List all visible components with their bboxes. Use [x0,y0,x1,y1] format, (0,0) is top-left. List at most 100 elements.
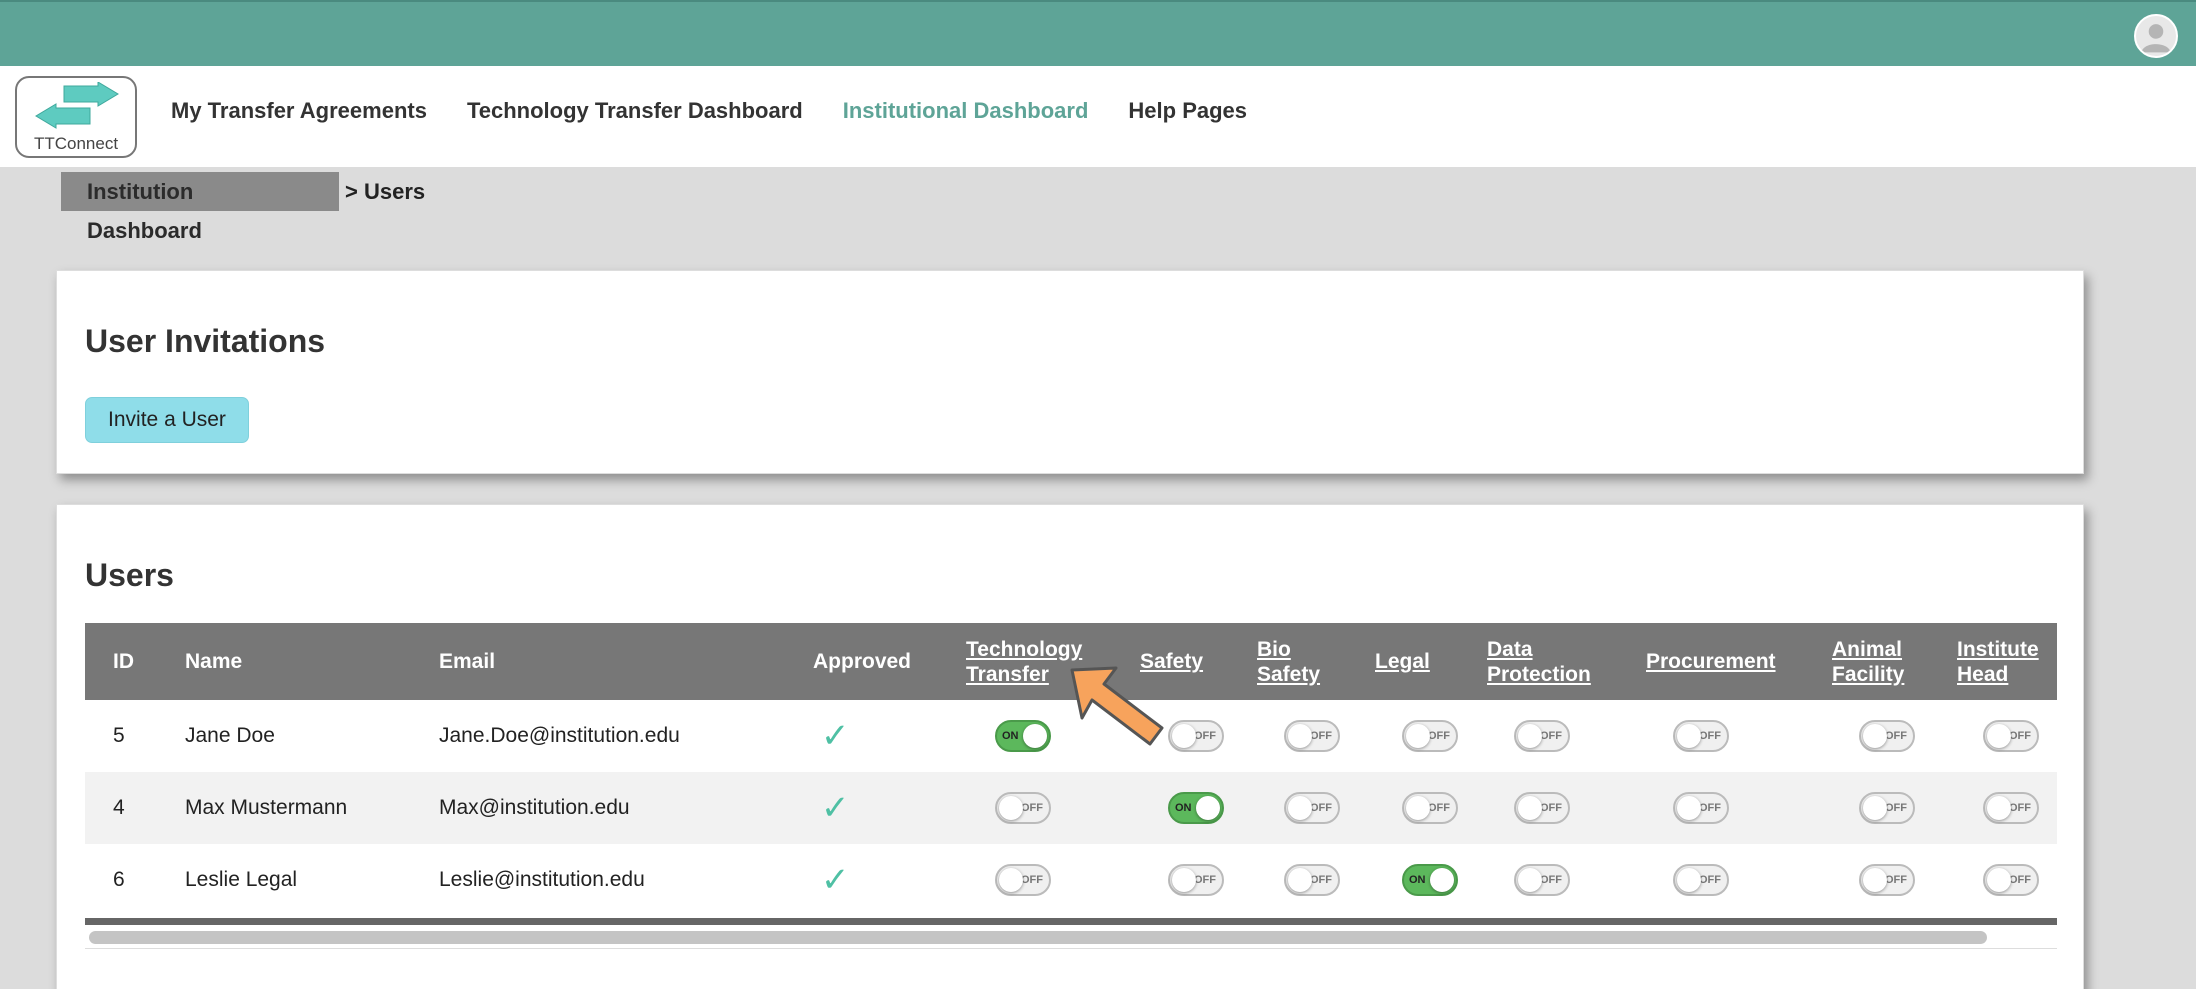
column-header-name: Name [185,650,243,673]
institute-head-toggle[interactable]: OFF [1983,792,2039,824]
safety-toggle[interactable]: OFF [1168,864,1224,896]
column-header-approved: Approved [813,650,912,673]
data-protection-toggle[interactable]: OFF [1514,864,1570,896]
technology-transfer-toggle[interactable]: OFF [995,792,1051,824]
legal-toggle[interactable]: OFF [1402,720,1458,752]
invite-user-button[interactable]: Invite a User [85,397,249,443]
cell-institute-head: OFF [1983,700,2039,772]
toggle-knob [1518,796,1542,820]
column-header-id: ID [113,650,134,673]
cell-email: Max@institution.edu [439,796,630,819]
toggle-knob [1987,796,2011,820]
data-protection-toggle[interactable]: OFF [1514,720,1570,752]
cell-animal-facility: OFF [1859,844,1915,916]
breadcrumb-institution-dashboard[interactable]: Institution Dashboard [61,172,339,243]
toggle-knob [999,868,1023,892]
cell-id: 6 [113,868,125,891]
toggle-knob [999,796,1023,820]
cell-name: Leslie Legal [185,868,298,891]
toggle-knob [1518,868,1542,892]
column-header-animal-facility[interactable]: Animal Facility [1832,623,1912,700]
column-header-data-protection[interactable]: Data Protection [1487,623,1599,700]
cell-id: 4 [113,796,125,819]
safety-toggle[interactable]: ON [1168,792,1224,824]
nav-institutional-dashboard[interactable]: Institutional Dashboard [843,98,1089,124]
toggle-state-label: ON [1409,874,1426,886]
technology-transfer-toggle[interactable]: OFF [995,864,1051,896]
toggle-knob [1987,868,2011,892]
toggle-state-label: ON [1002,730,1019,742]
toggle-knob [1677,724,1701,748]
transfer-arrows-icon [35,82,119,129]
toggle-state-label: OFF [1310,802,1332,814]
cell-email: Leslie@institution.edu [439,868,645,891]
technology-transfer-toggle[interactable]: ON [995,720,1051,752]
toggle-state-label: OFF [1885,802,1907,814]
cell-safety: ON [1168,772,1224,844]
cell-institute-head: OFF [1983,844,2039,916]
nav-my-transfer-agreements[interactable]: My Transfer Agreements [171,98,427,124]
toggle-knob [1987,724,2011,748]
cell-procurement: OFF [1673,844,1729,916]
animal-facility-toggle[interactable]: OFF [1859,864,1915,896]
user-avatar-icon[interactable] [2134,14,2178,58]
legal-toggle[interactable]: ON [1402,864,1458,896]
column-header-legal[interactable]: Legal [1375,623,1430,700]
toggle-state-label: OFF [1885,874,1907,886]
cell-bio-safety: OFF [1284,844,1340,916]
animal-facility-toggle[interactable]: OFF [1859,720,1915,752]
toggle-state-label: OFF [1699,730,1721,742]
cell-data-protection: OFF [1514,700,1570,772]
table-bottom-border [85,918,2057,925]
legal-toggle[interactable]: OFF [1402,792,1458,824]
user-invitations-card: User Invitations Invite a User [56,270,2084,474]
top-bar [0,0,2196,66]
toggle-knob [1430,868,1454,892]
cell-data-protection: OFF [1514,772,1570,844]
bio-safety-toggle[interactable]: OFF [1284,792,1340,824]
institute-head-toggle[interactable]: OFF [1983,720,2039,752]
data-protection-toggle[interactable]: OFF [1514,792,1570,824]
toggle-knob [1288,724,1312,748]
toggle-state-label: OFF [2009,874,2031,886]
toggle-state-label: OFF [1540,730,1562,742]
animal-facility-toggle[interactable]: OFF [1859,792,1915,824]
toggle-state-label: OFF [1699,802,1721,814]
nav-technology-transfer-dashboard[interactable]: Technology Transfer Dashboard [467,98,803,124]
cell-procurement: OFF [1673,772,1729,844]
logo-text: TTConnect [33,134,119,153]
toggle-state-label: OFF [1021,874,1043,886]
toggle-knob [1172,868,1196,892]
cell-technology-transfer: OFF [995,772,1051,844]
bio-safety-toggle[interactable]: OFF [1284,720,1340,752]
nav-help-pages[interactable]: Help Pages [1128,98,1247,124]
toggle-knob [1863,724,1887,748]
procurement-toggle[interactable]: OFF [1673,792,1729,824]
toggle-state-label: ON [1175,802,1192,814]
column-header-bio-safety[interactable]: Bio Safety [1257,623,1327,700]
toggle-state-label: OFF [1310,874,1332,886]
ttconnect-logo[interactable]: TTConnect [15,76,137,158]
institute-head-toggle[interactable]: OFF [1983,864,2039,896]
cell-legal: ON [1402,844,1458,916]
toggle-knob [1288,868,1312,892]
column-header-email: Email [439,650,496,673]
bio-safety-toggle[interactable]: OFF [1284,864,1340,896]
breadcrumb: Institution Dashboard > Users [61,172,426,243]
procurement-toggle[interactable]: OFF [1673,864,1729,896]
cell-legal: OFF [1402,700,1458,772]
toggle-state-label: OFF [1540,874,1562,886]
horizontal-scrollbar-thumb[interactable] [89,931,1987,944]
column-header-institute-head[interactable]: Institute Head [1957,623,2047,700]
orange-pointer-arrow-icon [1070,666,1164,746]
cell-email: Jane.Doe@institution.edu [439,724,680,747]
toggle-state-label: OFF [1540,802,1562,814]
procurement-toggle[interactable]: OFF [1673,720,1729,752]
toggle-knob [1288,796,1312,820]
cell-legal: OFF [1402,772,1458,844]
column-header-procurement[interactable]: Procurement [1646,623,1776,700]
toggle-state-label: OFF [1194,730,1216,742]
table-row: 6 Leslie Legal Leslie@institution.edu ✓ OFF O… [85,844,2057,916]
breadcrumb-current: > Users [345,178,426,204]
horizontal-scrollbar[interactable] [85,925,2057,949]
